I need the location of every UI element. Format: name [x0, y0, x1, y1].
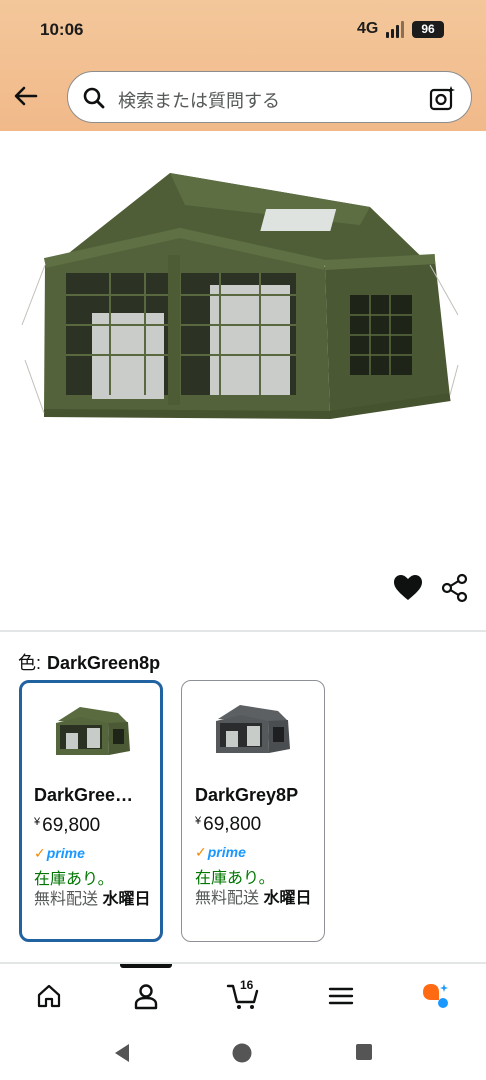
- price-currency: ¥: [195, 815, 202, 827]
- color-option-name: DarkGrey8P: [195, 785, 299, 805]
- system-navigation: [0, 1024, 486, 1080]
- share-icon[interactable]: [440, 573, 470, 603]
- battery-indicator: 96: [412, 21, 444, 38]
- price-value: 69,800: [203, 814, 262, 835]
- color-option-thumbnail: [216, 705, 290, 753]
- color-option-darkgreen[interactable]: DarkGree… ¥69,800 ✓prime 在庫あり。 無料配送 水曜日: [19, 680, 163, 942]
- wishlist-heart-icon[interactable]: [393, 574, 423, 602]
- cart-count-badge: 16: [240, 978, 254, 992]
- system-home-icon[interactable]: [232, 1043, 252, 1063]
- prime-check-icon: ✓: [195, 844, 207, 860]
- shipping-label: 無料配送: [195, 890, 260, 907]
- color-option-name: DarkGree…: [34, 785, 134, 805]
- shipping-label: 無料配送: [34, 891, 99, 908]
- color-selection-label: 色: DarkGreen8p: [18, 649, 160, 675]
- color-label-prefix: 色:: [18, 653, 42, 673]
- system-back-icon[interactable]: [113, 1043, 131, 1063]
- back-arrow-icon[interactable]: [12, 82, 40, 110]
- color-option-darkgrey[interactable]: DarkGrey8P ¥69,800 ✓prime 在庫あり。 無料配送 水曜日: [181, 680, 325, 942]
- home-icon[interactable]: [35, 982, 63, 1010]
- delivery-day: 水曜日: [102, 891, 151, 908]
- selected-color-name: DarkGreen8p: [47, 653, 161, 673]
- network-type: 4G: [357, 20, 379, 37]
- bottom-navigation: 16: [0, 964, 486, 1024]
- search-bar[interactable]: 検索または質問する: [67, 71, 472, 123]
- app-header: 10:06 4G 96 検索または質問する: [0, 0, 486, 131]
- active-tab-indicator: [120, 964, 172, 968]
- search-placeholder: 検索または質問する: [118, 91, 280, 111]
- status-time: 10:06: [40, 20, 84, 39]
- prime-badge: ✓prime: [195, 844, 246, 861]
- menu-icon[interactable]: [327, 982, 355, 1010]
- prime-label: prime: [46, 845, 85, 861]
- prime-badge: ✓prime: [34, 845, 85, 862]
- stock-status: 在庫あり。: [34, 871, 114, 888]
- delivery-day: 水曜日: [263, 890, 312, 907]
- signal-icon: [386, 20, 408, 38]
- color-option-price: ¥69,800: [34, 815, 100, 837]
- search-icon: [83, 87, 105, 109]
- price-currency: ¥: [34, 816, 41, 828]
- section-divider: [0, 630, 486, 632]
- color-option-thumbnail: [56, 707, 130, 755]
- product-image-area[interactable]: [0, 131, 486, 731]
- status-bar: 10:06 4G 96: [0, 0, 486, 58]
- stock-status: 在庫あり。: [195, 870, 275, 887]
- account-icon[interactable]: [132, 982, 160, 1010]
- camera-search-icon[interactable]: [429, 84, 457, 112]
- color-option-price: ¥69,800: [195, 814, 261, 836]
- price-value: 69,800: [42, 815, 101, 836]
- prime-check-icon: ✓: [34, 845, 46, 861]
- system-recents-icon[interactable]: [355, 1043, 373, 1061]
- shipping-info: 無料配送 水曜日: [34, 888, 159, 911]
- rufus-icon[interactable]: [421, 982, 449, 1010]
- prime-label: prime: [207, 844, 246, 860]
- product-image[interactable]: [20, 165, 460, 425]
- shipping-info: 無料配送 水曜日: [195, 887, 320, 910]
- product-page: 10:06 4G 96 検索または質問する 色: DarkGreen8p Dar…: [0, 0, 486, 1080]
